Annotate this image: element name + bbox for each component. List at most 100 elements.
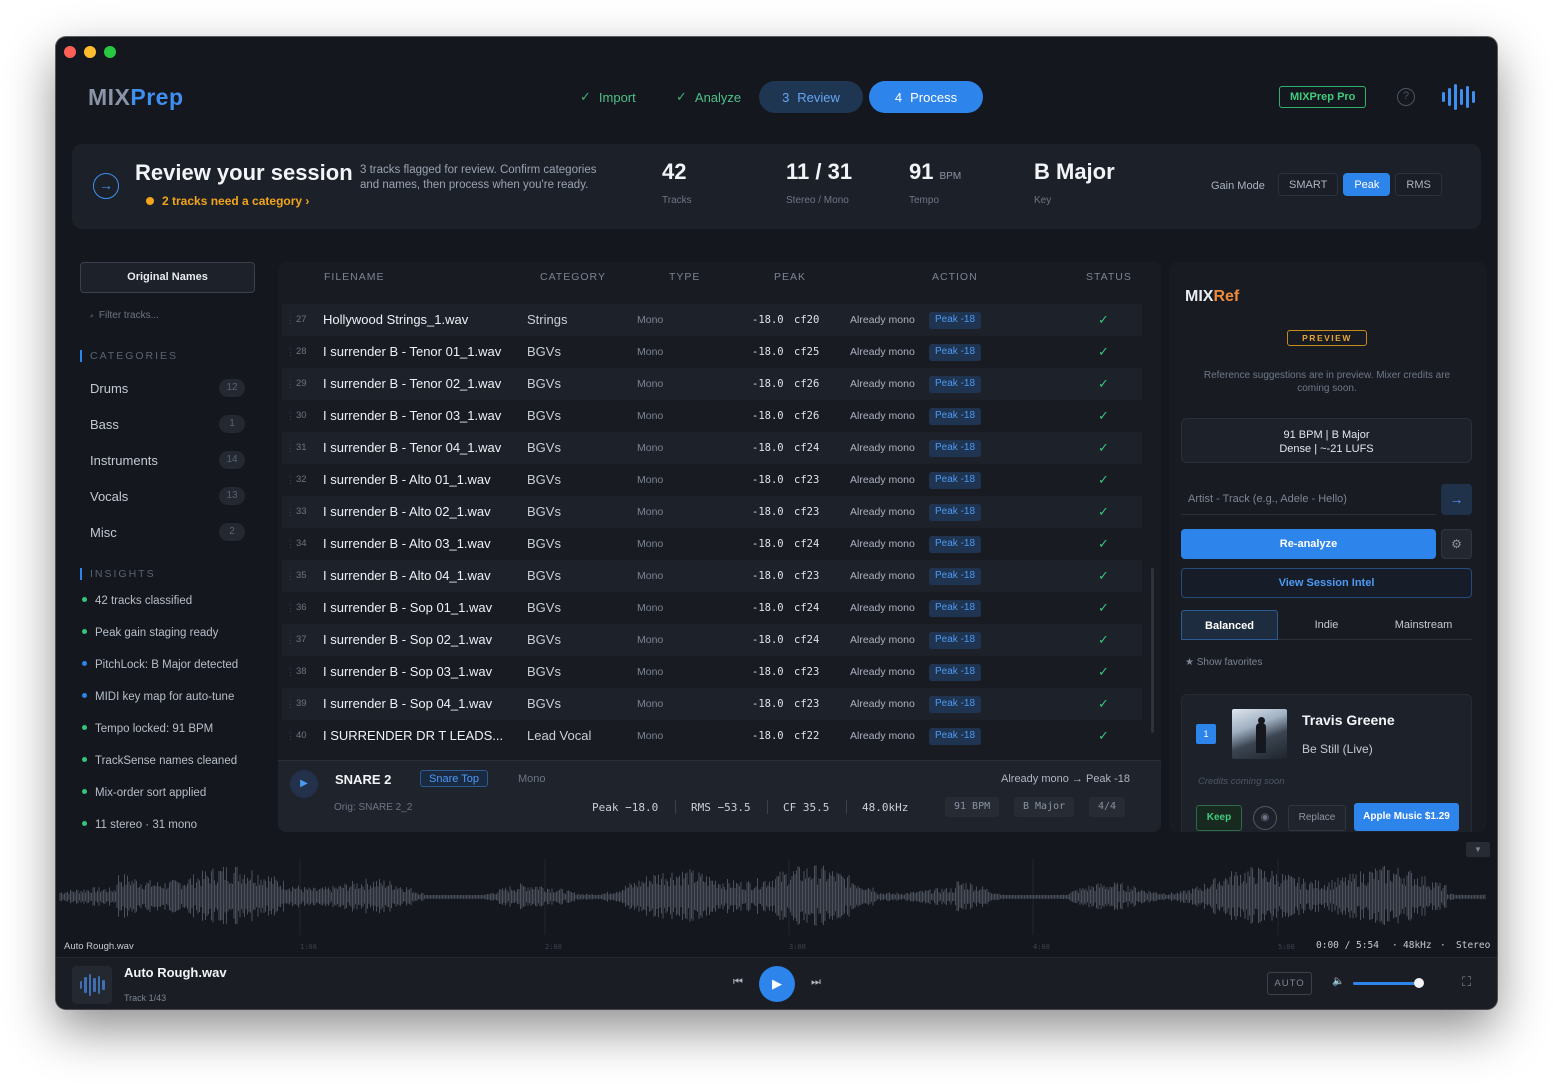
row-category[interactable]: BGVs: [527, 464, 561, 496]
row-category[interactable]: Lead Vocal: [527, 720, 591, 752]
row-type: Mono: [637, 666, 664, 678]
tab-mainstream[interactable]: Mainstream: [1375, 610, 1472, 640]
collapse-waveform-icon[interactable]: ▼: [1466, 842, 1490, 857]
listen-waveform-icon[interactable]: ◉: [1253, 806, 1277, 830]
play-track-button[interactable]: ▶: [290, 770, 318, 798]
header-filename[interactable]: FILENAME: [324, 271, 385, 283]
tab-indie[interactable]: Indie: [1278, 610, 1375, 640]
row-category[interactable]: BGVs: [527, 432, 561, 464]
waveform-overview[interactable]: ▼ Auto Rough.wav 1:00 2:00 3:00 4:00 5:0…: [56, 835, 1497, 957]
row-category[interactable]: BGVs: [527, 560, 561, 592]
row-category[interactable]: BGVs: [527, 592, 561, 624]
submit-reference-arrow-icon[interactable]: →: [1441, 484, 1472, 515]
row-category[interactable]: BGVs: [527, 496, 561, 528]
original-names-button[interactable]: Original Names: [80, 262, 255, 293]
category-misc[interactable]: Misc 2: [90, 523, 245, 541]
table-row[interactable]: ⋮ 35 I surrender B - Alto 04_1.wav BGVs Mono…: [282, 560, 1142, 592]
row-gain-badge: Peak -18: [929, 472, 982, 489]
fullscreen-icon[interactable]: ⛶: [1462, 974, 1471, 990]
table-row[interactable]: ⋮ 36 I surrender B - Sop 01_1.wav BGVs Mono -…: [282, 592, 1142, 624]
table-row[interactable]: ⋮ 30 I surrender B - Tenor 03_1.wav BGVs Mon…: [282, 400, 1142, 432]
table-row[interactable]: ⋮ 31 I surrender B - Tenor 04_1.wav BGVs Mon…: [282, 432, 1142, 464]
flagged-tracks-link[interactable]: 2 tracks need a category ›: [162, 194, 309, 208]
apple-music-button[interactable]: Apple Music $1.29: [1354, 803, 1459, 831]
row-category[interactable]: BGVs: [527, 528, 561, 560]
row-category[interactable]: BGVs: [527, 368, 561, 400]
table-scrollbar[interactable]: [1151, 568, 1154, 733]
auto-toggle[interactable]: AUTO: [1267, 972, 1312, 995]
drag-handle-icon[interactable]: ⋮: [286, 720, 295, 752]
gain-mode-peak-button[interactable]: Peak: [1343, 173, 1391, 196]
previous-track-icon[interactable]: ⏮: [733, 976, 743, 989]
reference-track-input[interactable]: Artist - Track (e.g., Adele - Hello): [1181, 485, 1436, 515]
header-peak[interactable]: PEAK: [774, 271, 806, 283]
drag-handle-icon[interactable]: ⋮: [286, 368, 295, 400]
header-action[interactable]: ACTION: [932, 271, 978, 283]
drag-handle-icon[interactable]: ⋮: [286, 496, 295, 528]
table-row[interactable]: ⋮ 34 I surrender B - Alto 03_1.wav BGVs Mono…: [282, 528, 1142, 560]
header-type[interactable]: TYPE: [669, 271, 700, 283]
volume-icon[interactable]: 🔈: [1332, 976, 1344, 987]
close-window-button[interactable]: [64, 46, 76, 58]
drag-handle-icon[interactable]: ⋮: [286, 656, 295, 688]
category-drums[interactable]: Drums 12: [90, 379, 245, 397]
table-row[interactable]: ⋮ 29 I surrender B - Tenor 02_1.wav BGVs Mon…: [282, 368, 1142, 400]
tab-balanced[interactable]: Balanced: [1181, 610, 1278, 640]
table-row[interactable]: ⋮ 28 I surrender B - Tenor 01_1.wav BGVs Mon…: [282, 336, 1142, 368]
row-category[interactable]: BGVs: [527, 688, 561, 720]
category-vocals[interactable]: Vocals 13: [90, 487, 245, 505]
gear-icon[interactable]: ⚙: [1441, 529, 1472, 559]
step-review[interactable]: 3 Review: [759, 81, 863, 113]
table-row[interactable]: ⋮ 27 Hollywood Strings_1.wav Strings Mono -18…: [282, 304, 1142, 336]
minimize-window-button[interactable]: [84, 46, 96, 58]
detail-category-select[interactable]: Snare Top: [420, 770, 488, 787]
table-row[interactable]: ⋮ 40 I SURRENDER DR T LEADS... Lead Vocal Mo…: [282, 720, 1142, 752]
gain-mode-smart-button[interactable]: SMART: [1278, 173, 1339, 196]
drag-handle-icon[interactable]: ⋮: [286, 592, 295, 624]
check-icon: ✓: [580, 89, 591, 104]
drag-handle-icon[interactable]: ⋮: [286, 336, 295, 368]
drag-handle-icon[interactable]: ⋮: [286, 304, 295, 336]
gain-mode-rms-button[interactable]: RMS: [1395, 173, 1442, 196]
step-analyze[interactable]: ✓ Analyze: [657, 81, 753, 113]
table-row[interactable]: ⋮ 38 I surrender B - Sop 03_1.wav BGVs Mono -…: [282, 656, 1142, 688]
drag-handle-icon[interactable]: ⋮: [286, 464, 295, 496]
reanalyze-button[interactable]: Re-analyze: [1181, 529, 1436, 559]
show-favorites-toggle[interactable]: ★ Show favorites: [1185, 657, 1262, 668]
help-icon[interactable]: ?: [1397, 88, 1415, 106]
category-instruments[interactable]: Instruments 14: [90, 451, 245, 469]
drag-handle-icon[interactable]: ⋮: [286, 624, 295, 656]
volume-knob[interactable]: [1413, 978, 1424, 988]
row-category[interactable]: BGVs: [527, 624, 561, 656]
drag-handle-icon[interactable]: ⋮: [286, 400, 295, 432]
table-row[interactable]: ⋮ 37 I surrender B - Sop 02_1.wav BGVs Mono -…: [282, 624, 1142, 656]
row-category[interactable]: BGVs: [527, 656, 561, 688]
drag-handle-icon[interactable]: ⋮: [286, 560, 295, 592]
pro-badge[interactable]: MIXPrep Pro: [1279, 86, 1367, 108]
album-art: [1232, 709, 1287, 759]
table-row[interactable]: ⋮ 32 I surrender B - Alto 01_1.wav BGVs Mono…: [282, 464, 1142, 496]
drag-handle-icon[interactable]: ⋮: [286, 528, 295, 560]
row-category[interactable]: BGVs: [527, 400, 561, 432]
next-track-icon[interactable]: ⏭: [811, 976, 821, 989]
keep-button[interactable]: Keep: [1196, 805, 1242, 831]
table-row[interactable]: ⋮ 33 I surrender B - Alto 02_1.wav BGVs Mono…: [282, 496, 1142, 528]
category-bass[interactable]: Bass 1: [90, 415, 245, 433]
table-row[interactable]: ⋮ 39 I surrender B - Sop 04_1.wav BGVs Mono -…: [282, 688, 1142, 720]
app-logo: MIXPrep: [88, 84, 184, 110]
volume-slider[interactable]: [1353, 978, 1424, 988]
zoom-window-button[interactable]: [104, 46, 116, 58]
drag-handle-icon[interactable]: ⋮: [286, 688, 295, 720]
filter-tracks-input[interactable]: ⌕ Filter tracks...: [90, 310, 159, 321]
header-category[interactable]: CATEGORY: [540, 271, 606, 283]
drag-handle-icon[interactable]: ⋮: [286, 432, 295, 464]
view-session-intel-button[interactable]: View Session Intel: [1181, 568, 1472, 598]
step-import[interactable]: ✓ Import: [561, 81, 651, 113]
row-category[interactable]: BGVs: [527, 336, 561, 368]
row-category[interactable]: Strings: [527, 304, 567, 336]
player-track-title: Auto Rough.wav: [124, 965, 227, 980]
play-button[interactable]: ▶: [759, 966, 795, 1002]
step-process[interactable]: 4 Process: [869, 81, 983, 113]
replace-button[interactable]: Replace: [1288, 805, 1346, 831]
header-status[interactable]: STATUS: [1086, 271, 1132, 283]
